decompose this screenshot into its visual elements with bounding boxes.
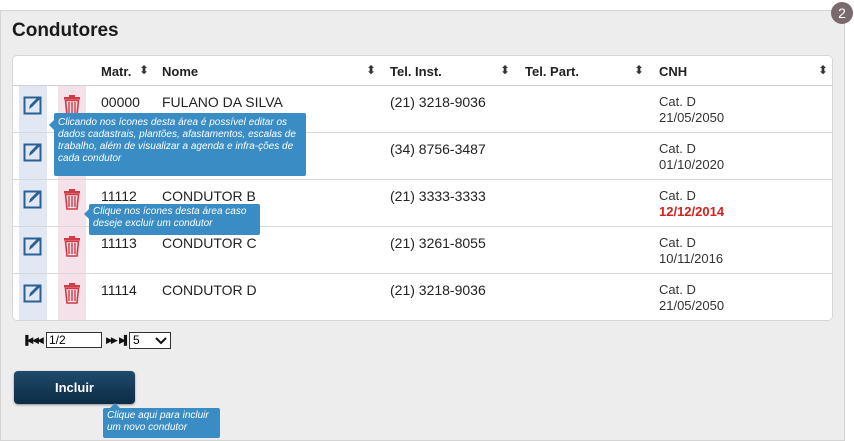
table-header: Matr. ⬍ Nome ⬍ Tel. Inst. ⬍ Tel. Part. ⬍… (13, 56, 832, 86)
page-size-select[interactable]: 5 (129, 332, 171, 349)
cell-tel-inst: (21) 3218-9036 (390, 94, 486, 110)
cnh-expiry-date: 01/10/2020 (659, 157, 725, 172)
incluir-tooltip: Clique aqui para incluir um novo conduto… (103, 403, 220, 438)
cell-nome: CONDUTOR D (162, 282, 257, 298)
page-size-value: 5 (133, 333, 140, 347)
delete-area-tooltip: Clique nos ícones desta área caso deseje… (84, 204, 260, 235)
cell-cnh: Cat. D 12/12/2014 (659, 188, 724, 220)
cell-matr: 11112 (101, 188, 137, 204)
table-row: 11114 CONDUTOR D (21) 3218-9036 Cat. D 21/05… (13, 274, 832, 320)
cnh-expiry-date: 21/05/2050 (659, 110, 725, 125)
trash-icon[interactable] (62, 282, 82, 304)
edit-icon[interactable] (23, 94, 43, 116)
cell-nome: CONDUTOR C (162, 235, 257, 251)
header-cnh[interactable]: CNH (659, 64, 687, 79)
header-tel-part[interactable]: Tel. Part. (525, 64, 579, 79)
cnh-category: Cat. D (659, 141, 696, 156)
drivers-table: Matr. ⬍ Nome ⬍ Tel. Inst. ⬍ Tel. Part. ⬍… (12, 55, 833, 321)
header-nome[interactable]: Nome (162, 64, 198, 79)
header-tel-inst[interactable]: Tel. Inst. (390, 64, 442, 79)
step-badge: 2 (831, 2, 853, 24)
edit-icon[interactable] (23, 282, 43, 304)
page-title: Condutores (12, 20, 119, 41)
edit-icon[interactable] (23, 141, 43, 163)
edit-icon[interactable] (23, 235, 43, 257)
sort-tel-part-icon[interactable]: ⬍ (634, 63, 644, 77)
cell-matr: 00000 (101, 94, 140, 110)
sort-cnh-icon[interactable]: ⬍ (818, 63, 828, 77)
edit-area-tooltip: Clicando nos ícones desta área é possíve… (49, 113, 306, 176)
last-page-icon[interactable]: ▶▌ (119, 335, 130, 346)
cell-cnh: Cat. D 21/05/2050 (659, 94, 724, 126)
cnh-category: Cat. D (659, 235, 696, 250)
header-matr[interactable]: Matr. (101, 64, 131, 79)
next-page-icon[interactable]: ▶▶ (106, 335, 118, 346)
cell-cnh: Cat. D 21/05/2050 (659, 282, 724, 314)
cell-cnh: Cat. D 01/10/2020 (659, 141, 724, 173)
cell-tel-inst: (34) 8756-3487 (390, 141, 486, 157)
cell-matr: 11114 (101, 282, 137, 298)
cell-tel-inst: (21) 3333-3333 (390, 188, 486, 204)
prev-page-icon[interactable]: ◀◀ (32, 335, 44, 346)
sort-matr-icon[interactable]: ⬍ (139, 63, 149, 77)
cnh-expiry-date: 12/12/2014 (659, 204, 725, 219)
cnh-expiry-date: 21/05/2050 (659, 298, 725, 313)
trash-icon[interactable] (62, 188, 82, 210)
cnh-category: Cat. D (659, 94, 696, 109)
first-page-icon[interactable]: ▐◀ (22, 335, 33, 346)
cnh-category: Cat. D (659, 282, 696, 297)
cell-nome: FULANO DA SILVA (162, 94, 283, 110)
cell-matr: 11113 (101, 235, 137, 251)
edit-icon[interactable] (23, 188, 43, 210)
cell-cnh: Cat. D 10/11/2016 (659, 235, 723, 267)
chevron-down-icon (155, 333, 167, 353)
cell-tel-inst: (21) 3218-9036 (390, 282, 486, 298)
sort-tel-inst-icon[interactable]: ⬍ (500, 63, 510, 77)
cell-tel-inst: (21) 3261-8055 (390, 235, 486, 251)
trash-icon[interactable] (62, 235, 82, 257)
sort-nome-icon[interactable]: ⬍ (366, 63, 376, 77)
cell-nome: CONDUTOR B (162, 188, 256, 204)
cnh-expiry-date: 10/11/2016 (659, 251, 724, 266)
cnh-category: Cat. D (659, 188, 696, 203)
page-input[interactable]: 1/2 (46, 332, 102, 348)
